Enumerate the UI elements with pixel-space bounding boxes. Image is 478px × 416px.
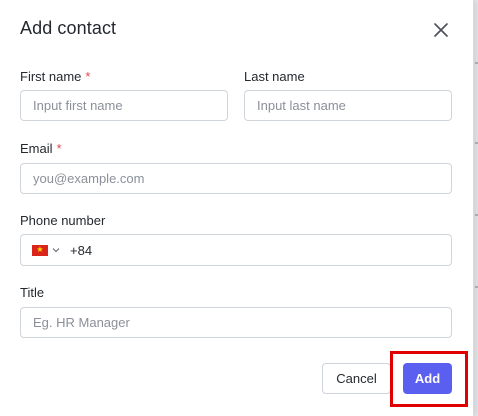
phone-number-input[interactable]: [92, 235, 451, 265]
close-button[interactable]: [430, 19, 452, 41]
email-label: Email *: [20, 141, 62, 156]
required-mark: *: [85, 69, 91, 84]
add-contact-dialog: Add contact First name* Last name Email*…: [0, 0, 474, 416]
last-name-input[interactable]: [244, 90, 452, 121]
first-name-label: First name *: [20, 69, 90, 84]
email-label-text: Email: [20, 141, 53, 156]
title-label: Title: [20, 285, 45, 300]
phone-number-label: Phone number: [20, 213, 106, 228]
chevron-down-icon: [52, 247, 60, 253]
first-name-input[interactable]: [20, 90, 228, 121]
dialog-title: Add contact: [20, 18, 117, 38]
first-name-label-text: First name: [20, 69, 82, 84]
phone-number-field: ★ +84: [20, 234, 452, 266]
required-mark: *: [56, 141, 62, 156]
vietnam-flag-icon: ★: [32, 244, 48, 256]
add-button[interactable]: Add: [403, 363, 452, 394]
last-name-label: Last name: [244, 69, 305, 84]
cancel-button[interactable]: Cancel: [322, 363, 391, 394]
title-input[interactable]: [20, 307, 452, 338]
close-icon: [434, 23, 448, 37]
dial-code: +84: [70, 242, 93, 258]
email-input[interactable]: [20, 163, 452, 194]
country-code-dropdown[interactable]: ★: [21, 235, 66, 265]
